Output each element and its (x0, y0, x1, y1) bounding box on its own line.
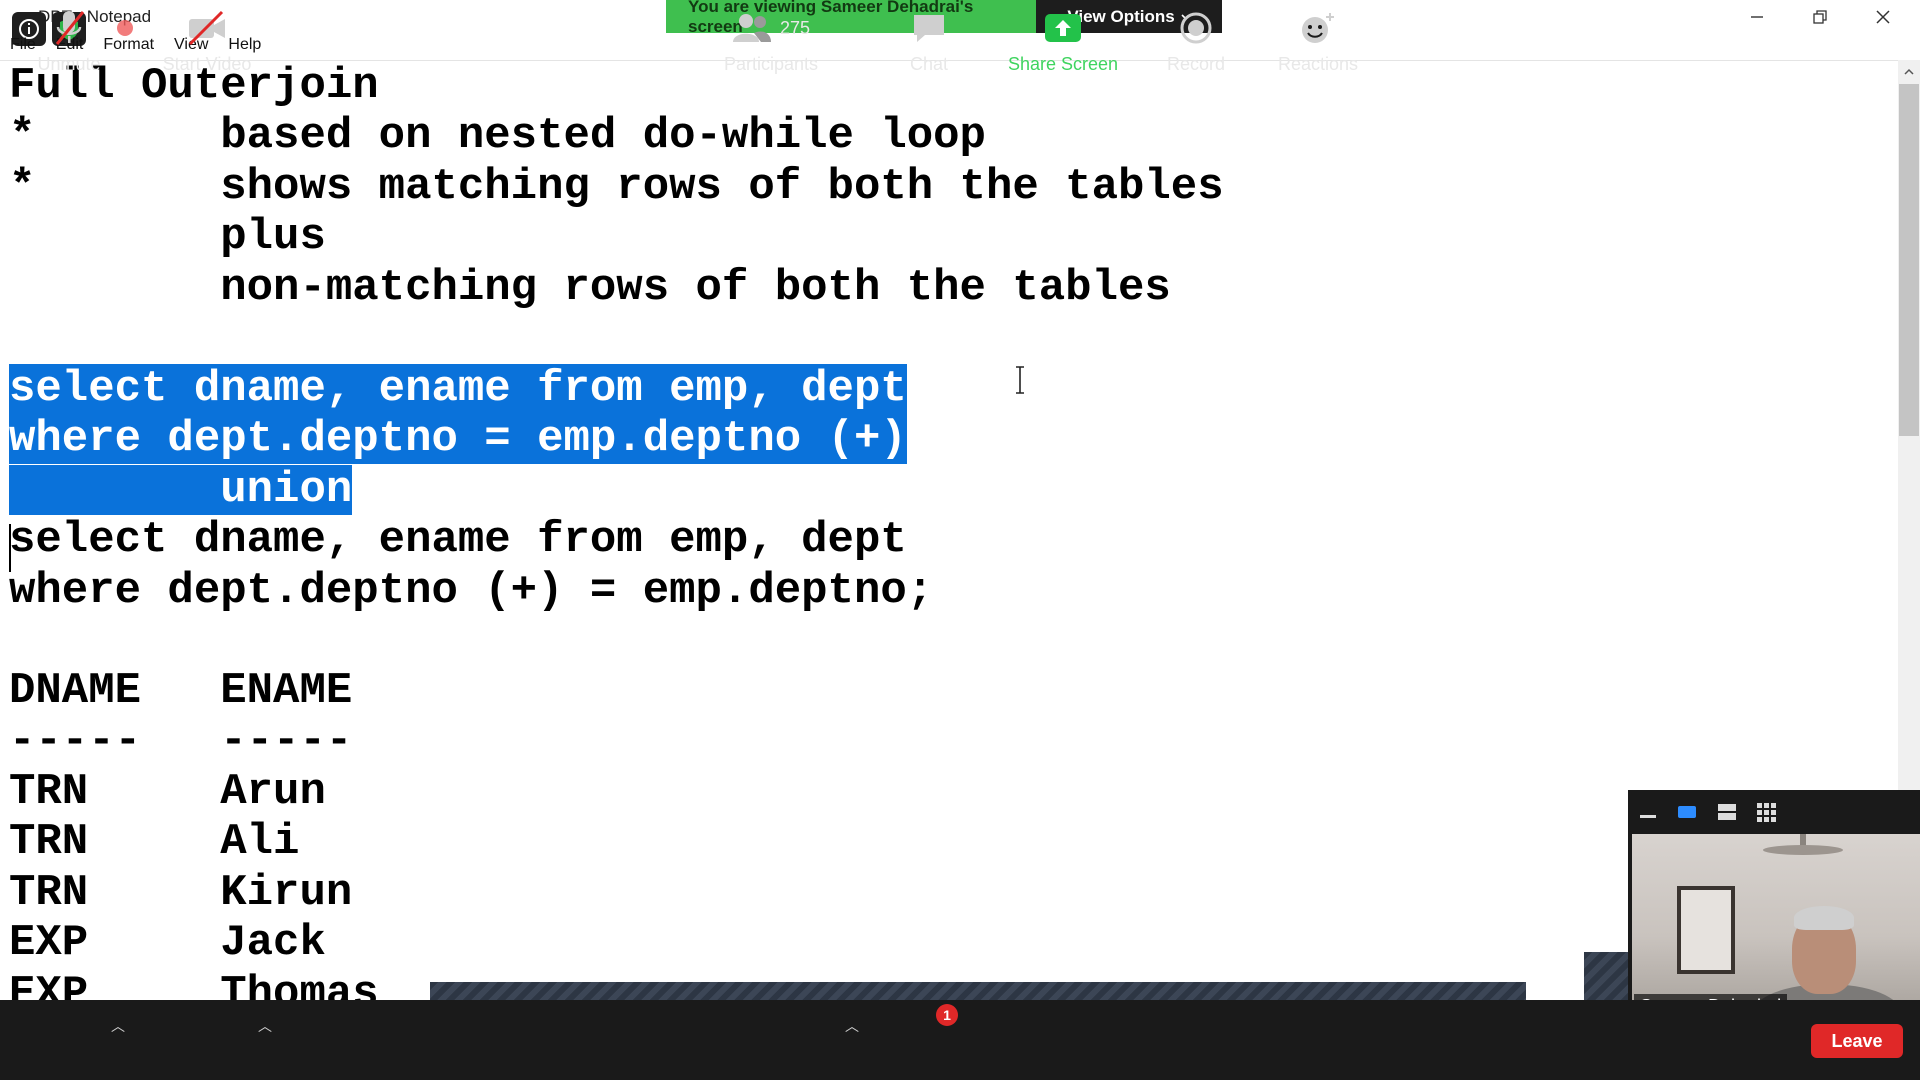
video-camera-off-icon (188, 10, 225, 46)
record-label: Record (1166, 54, 1226, 74)
share-screen-icon (1045, 14, 1081, 42)
text-caret (9, 524, 11, 572)
participants-button[interactable]: 275 Participants (716, 0, 826, 80)
reactions-label: Reactions (1277, 54, 1359, 74)
audio-options-chevron-icon[interactable]: ︿ (111, 1016, 125, 1036)
scroll-up-arrow-icon[interactable] (1898, 64, 1920, 80)
start-video-button[interactable]: Start Video (152, 0, 262, 80)
minimize-button[interactable] (1726, 0, 1788, 34)
editor-line: where dept.deptno (+) = emp.deptno; (9, 566, 934, 616)
meeting-toolbar (0, 1000, 1920, 1080)
leave-button[interactable]: Leave (1811, 1024, 1903, 1058)
video-view-controls (1628, 792, 1920, 832)
single-view-icon[interactable] (1676, 802, 1698, 822)
share-screen-button[interactable]: Share Screen (1004, 0, 1122, 80)
reactions-smiley-icon (1302, 13, 1334, 43)
editor-line: EXP Jack (9, 918, 326, 968)
editor-line: TRN Arun (9, 767, 326, 817)
reactions-button[interactable]: Reactions (1270, 0, 1366, 80)
chat-label: Chat (909, 54, 949, 74)
record-button[interactable]: Record (1160, 0, 1232, 80)
editor-line: * shows matching rows of both the tables (9, 162, 1224, 212)
editor-line: TRN Ali (9, 817, 300, 867)
editor-line: ----- ----- (9, 716, 353, 766)
minimize-icon (1751, 16, 1763, 18)
editor-line: DNAME ENAME (9, 666, 353, 716)
text-editor[interactable]: Full Outerjoin * based on nested do-whil… (0, 60, 1898, 1001)
chat-unread-badge: 1 (936, 1004, 958, 1026)
share-screen-label: Share Screen (1007, 54, 1119, 74)
unmute-button[interactable]: Unmute (24, 0, 114, 80)
video-options-chevron-icon[interactable]: ︿ (258, 1016, 272, 1036)
participants-options-chevron-icon[interactable]: ︿ (845, 1016, 859, 1036)
person-hair (1794, 906, 1854, 930)
ibeam-cursor-icon (1016, 366, 1024, 394)
wall-frame (1677, 886, 1735, 974)
participant-count: 275 (779, 17, 811, 38)
microphone-muted-icon (55, 11, 85, 45)
chat-button[interactable]: Chat (904, 0, 954, 80)
editor-line: EXP Thomas (9, 969, 379, 1001)
restore-button[interactable] (1789, 0, 1851, 34)
editor-line-selected: select dname, ename from emp, dept (9, 364, 907, 414)
restore-icon (1813, 10, 1827, 24)
close-icon (1876, 10, 1890, 24)
chat-bubble-icon (914, 15, 944, 42)
editor-line-selected: where dept.deptno = emp.deptno (+) (9, 414, 907, 464)
editor-line: * based on nested do-while loop (9, 111, 986, 161)
editor-line: non-matching rows of both the tables (9, 263, 1171, 313)
participants-label: Participants (723, 54, 819, 74)
scrollbar-thumb[interactable] (1899, 84, 1919, 436)
screen-share-edge-strip (430, 982, 1526, 1000)
start-video-label: Start Video (162, 54, 252, 74)
gallery-view-icon[interactable] (1756, 802, 1778, 822)
record-icon (1180, 12, 1212, 44)
editor-line-selected: union (9, 465, 353, 515)
screen-share-edge-strip (1584, 952, 1630, 1000)
stacked-view-icon[interactable] (1716, 802, 1738, 822)
participants-icon (732, 14, 771, 42)
unmute-label: Unmute (37, 54, 101, 74)
editor-line: select dname, ename from emp, dept (9, 515, 907, 565)
editor-line: plus (9, 212, 326, 262)
minimize-video-icon[interactable] (1638, 802, 1658, 822)
participant-video[interactable] (1632, 834, 1920, 1020)
close-button[interactable] (1852, 0, 1914, 34)
ceiling-fan-icon (1763, 834, 1843, 855)
editor-line: TRN Kirun (9, 868, 353, 918)
